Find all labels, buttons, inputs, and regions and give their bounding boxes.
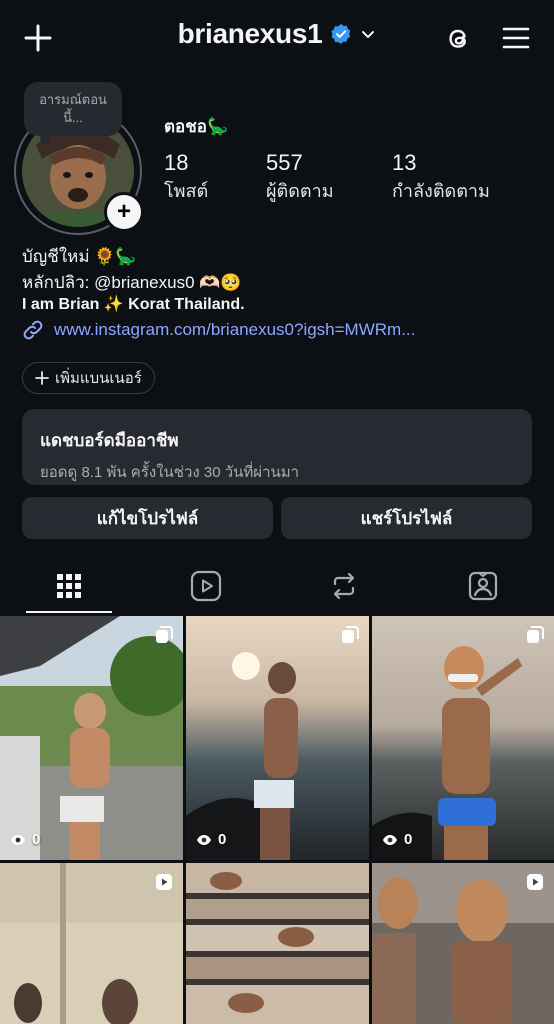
bio-line: I am Brian ✨ Korat Thailand. — [22, 296, 245, 313]
reel-icon — [527, 874, 543, 890]
eye-icon — [11, 834, 25, 845]
tab-grid[interactable] — [39, 566, 99, 606]
post-tile[interactable]: 0 — [372, 616, 554, 860]
grid-icon — [57, 574, 81, 598]
verified-badge-icon — [331, 24, 351, 44]
threads-button[interactable] — [438, 18, 478, 58]
username: brianexus1 — [177, 18, 323, 49]
post-image — [372, 616, 554, 860]
dashboard-title: แดชบอร์ดมืออาชีพ — [40, 431, 179, 450]
stat-value: 18 — [164, 150, 189, 175]
tab-reposts[interactable] — [314, 566, 374, 606]
post-tile[interactable] — [0, 863, 183, 1024]
carousel-icon — [527, 626, 544, 643]
post-image — [186, 616, 369, 860]
carousel-icon — [156, 626, 173, 643]
reposts-icon — [333, 572, 355, 600]
share-profile-label: แชร์โปรไฟล์ — [360, 508, 453, 528]
stat-label: โพสต์ — [164, 181, 209, 201]
menu-icon — [502, 27, 530, 49]
share-profile-button[interactable]: แชร์โปรไฟล์ — [281, 497, 532, 539]
stat-label: กำลังติดตาม — [392, 181, 490, 201]
stat-label: ผู้ติดตาม — [266, 181, 334, 201]
add-story-button[interactable]: + — [104, 192, 144, 232]
stat-value: 557 — [266, 150, 303, 175]
plus-icon: + — [116, 198, 131, 225]
threads-icon — [449, 29, 466, 48]
view-count: 0 — [382, 831, 412, 848]
bio-line: หลักปลิว: @brianexus0 🫶🏻🥺 — [22, 273, 242, 292]
note-bubble-tail — [40, 134, 50, 144]
profile-link[interactable]: www.instagram.com/brianexus0?igsh=MWRm..… — [22, 319, 415, 341]
display-name: ตอชอ🦕 — [164, 117, 229, 136]
edit-profile-button[interactable]: แก้ไขโปรไฟล์ — [22, 497, 273, 539]
view-count-value: 0 — [32, 831, 41, 848]
dashboard-subtitle: ยอดดู 8.1 พัน ครั้งในช่วง 30 วันที่ผ่านม… — [40, 464, 300, 481]
post-tile[interactable]: 0 — [0, 616, 183, 860]
view-count-value: 0 — [404, 831, 413, 848]
plus-icon — [35, 371, 49, 385]
reels-icon — [190, 570, 222, 602]
reel-icon — [156, 874, 172, 890]
eye-icon — [197, 834, 211, 845]
post-tile[interactable] — [186, 863, 369, 1024]
view-count: 0 — [10, 831, 40, 848]
view-count: 0 — [196, 831, 226, 848]
tab-tagged[interactable] — [453, 566, 513, 606]
edit-profile-label: แก้ไขโปรไฟล์ — [96, 508, 199, 528]
profile-link-text: www.instagram.com/brianexus0?igsh=MWRm..… — [54, 320, 416, 339]
post-tile[interactable] — [372, 863, 554, 1024]
bio-line: บัญชีใหม่ 🌻🦕 — [22, 247, 137, 266]
menu-button[interactable] — [496, 18, 536, 58]
note-bubble[interactable]: อารมณ์ตอนนี้... — [24, 82, 122, 136]
carousel-icon — [342, 626, 359, 643]
post-image — [186, 863, 369, 1024]
tab-reels[interactable] — [176, 566, 236, 606]
post-tile[interactable]: 0 — [186, 616, 369, 860]
link-icon — [23, 320, 43, 340]
stat-value: 13 — [392, 150, 417, 175]
add-banner-label: เพิ่มแบนเนอร์ — [55, 370, 142, 387]
professional-dashboard[interactable]: แดชบอร์ดมืออาชีพ ยอดดู 8.1 พัน ครั้งในช่… — [22, 409, 532, 485]
add-banner-button[interactable]: เพิ่มแบนเนอร์ — [22, 362, 155, 394]
chevron-down-icon — [362, 31, 375, 38]
post-image — [0, 616, 183, 860]
tagged-icon — [468, 571, 498, 601]
active-tab-indicator — [26, 611, 112, 613]
eye-icon — [383, 834, 397, 845]
view-count-value: 0 — [218, 831, 227, 848]
note-text: อารมณ์ตอนนี้... — [39, 92, 107, 125]
